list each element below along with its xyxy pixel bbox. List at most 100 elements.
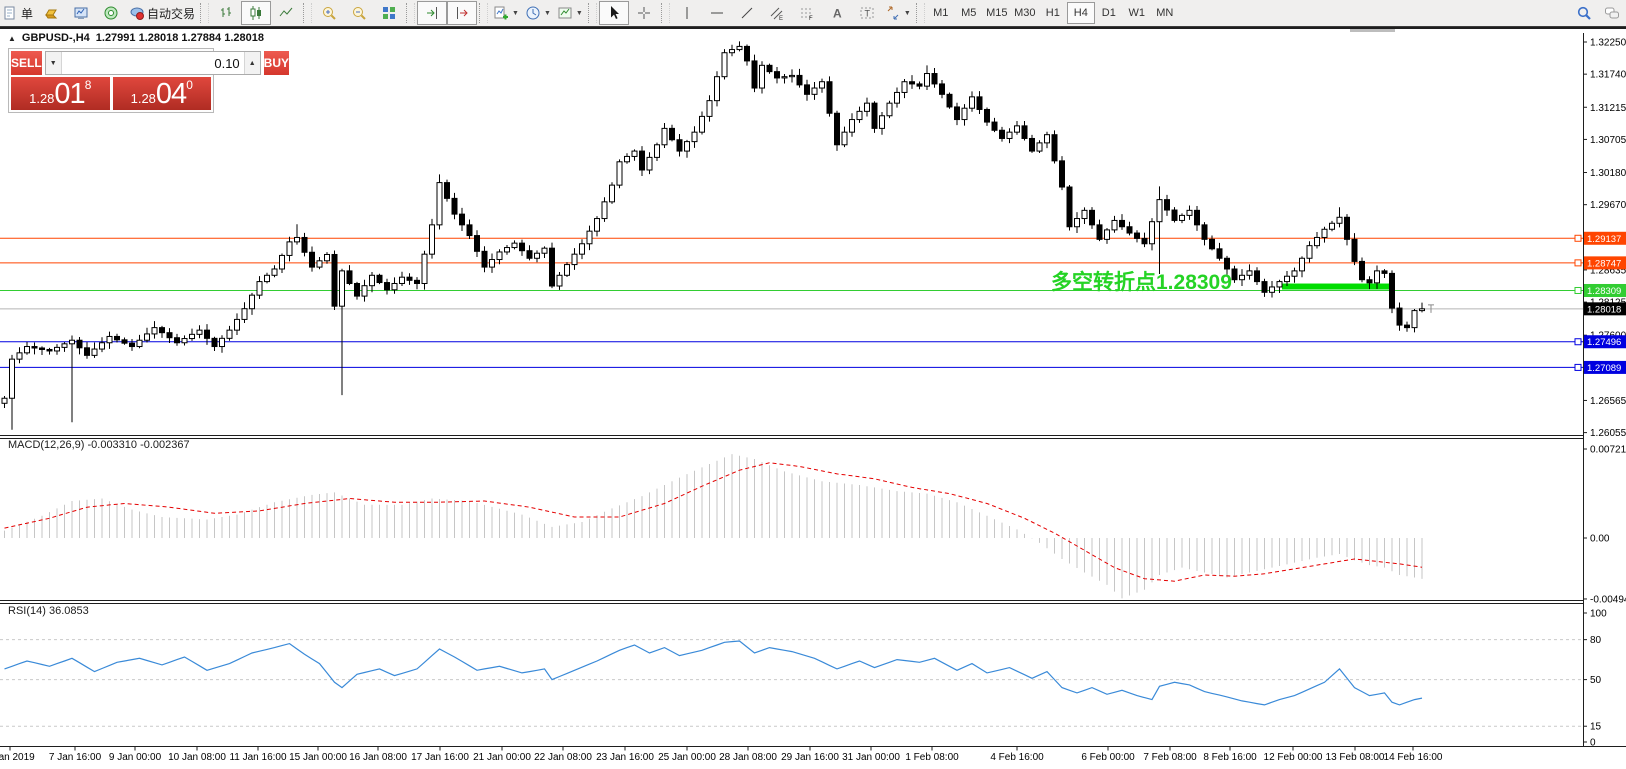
chevron-down-icon: ▼ [544,10,551,17]
chart-canvas[interactable]: 1.322501.317401.312151.307051.301801.296… [0,29,1626,769]
crosshair-icon [636,5,652,21]
tf-h1-button[interactable]: H1 [1039,2,1067,24]
svg-text:1.27089: 1.27089 [1587,363,1621,374]
toolbar-separator [406,3,415,23]
svg-text:4 Jan 2019: 4 Jan 2019 [0,752,35,763]
tf-h1-button-label: H1 [1046,7,1060,19]
community-chat-button[interactable] [1598,2,1626,24]
tf-mn-button-label: MN [1156,7,1173,19]
collapse-triangle-icon[interactable]: ▲ [8,34,16,43]
candles-group [2,41,1425,429]
cursor-icon [606,5,622,21]
bars-icon [218,5,234,21]
crosshair-button[interactable] [629,1,659,25]
svg-text:1.30180: 1.30180 [1590,168,1626,179]
search-icon [1576,5,1592,21]
sell-price-prefix: 1.28 [29,89,54,109]
tf-w1-button[interactable]: W1 [1123,2,1151,24]
tf-h4-button-label: H4 [1074,7,1088,19]
buy-button[interactable]: BUY [264,51,289,75]
tf-m5-button[interactable]: M5 [955,2,983,24]
bar-chart-button[interactable] [211,1,241,25]
zoom-in-button[interactable] [314,1,344,25]
svg-text:8 Feb 16:00: 8 Feb 16:00 [1203,752,1257,763]
tf-d1-button[interactable]: D1 [1095,2,1123,24]
svg-text:0.00: 0.00 [1590,534,1610,545]
zoom-out-button[interactable] [344,1,374,25]
macd-signal-value: -0.002367 [140,439,190,451]
svg-text:7 Feb 08:00: 7 Feb 08:00 [1143,752,1197,763]
buy-price-button[interactable]: 1.28 04 0 [113,77,212,110]
templates-button[interactable]: ▼ [554,1,586,25]
equidistant-channel-button[interactable]: E [762,1,792,25]
market-watch-button[interactable] [36,1,66,25]
chart-shift-button[interactable] [447,1,477,25]
new-order-button[interactable]: 单 [0,1,36,25]
svg-text:1.29137: 1.29137 [1587,234,1621,245]
macd-main-value: -0.003310 [87,439,137,451]
tile-windows-button[interactable] [374,1,404,25]
data-window-button[interactable] [66,1,96,25]
autoscroll-icon [424,5,440,21]
hline-icon [709,5,725,21]
volume-up-button[interactable]: ▲ [244,52,260,74]
horizontal-line-objects [0,238,1583,367]
svg-text:21 Jan 00:00: 21 Jan 00:00 [473,752,531,763]
volume-down-button[interactable]: ▼ [46,52,62,74]
volume-input[interactable] [62,52,244,74]
buy-price-main: 04 [156,80,186,109]
fibo-icon: F [799,5,815,21]
svg-text:E: E [779,16,783,21]
tf-mn-button[interactable]: MN [1151,2,1179,24]
new-chart-button[interactable]: ▼ [490,1,522,25]
macd-histogram [5,454,1423,598]
tf-m30-button[interactable]: M30 [1011,2,1039,24]
tf-m1-button-label: M1 [933,7,948,19]
svg-text:1.26565: 1.26565 [1590,396,1626,407]
chevron-down-icon: ▼ [576,10,583,17]
svg-text:7 Jan 16:00: 7 Jan 16:00 [49,752,102,763]
candles-icon [248,5,264,21]
periods-button[interactable]: ▼ [522,1,554,25]
pane-separators[interactable] [0,436,1626,747]
cursor-button[interactable] [599,1,629,25]
vertical-line-button[interactable] [672,1,702,25]
pivot-annotation-text[interactable]: 多空转折点1.28309 [1051,266,1232,296]
arrows-button[interactable]: ▼ [882,1,914,25]
trendline-button[interactable] [732,1,762,25]
svg-text:50: 50 [1590,675,1602,686]
pivot-trend-segment[interactable] [1282,284,1392,290]
macd-signal-line [5,463,1423,581]
clock-icon [525,5,541,21]
toolbar-separator [661,3,670,23]
horizontal-line-button[interactable] [702,1,732,25]
search-button[interactable] [1570,2,1598,24]
chart-window[interactable]: 1.322501.317401.312151.307051.301801.296… [0,27,1626,769]
text-label-button[interactable]: T [852,1,882,25]
svg-text:-0.004943: -0.004943 [1590,594,1626,605]
svg-text:1.28309: 1.28309 [1587,286,1621,297]
fibonacci-button[interactable]: F [792,1,822,25]
time-axis: 4 Jan 20197 Jan 16:009 Jan 00:0010 Jan 0… [0,747,1443,764]
svg-text:A: A [833,7,842,21]
price-tags: 1.291371.287471.283091.274961.270891.280… [1575,232,1626,374]
autotrading-button[interactable]: 自动交易 [126,1,198,25]
candlestick-chart-button[interactable] [241,1,271,25]
sell-button[interactable]: SELL [11,51,42,75]
terminal-icon [73,5,89,21]
tf-m1-button[interactable]: M1 [927,2,955,24]
svg-text:16 Jan 08:00: 16 Jan 08:00 [349,752,407,763]
tf-m15-button[interactable]: M15 [983,2,1011,24]
tf-m5-button-label: M5 [961,7,976,19]
vline-icon [679,5,695,21]
line-chart-button[interactable] [271,1,301,25]
text-button[interactable]: A [822,1,852,25]
svg-text:22 Jan 08:00: 22 Jan 08:00 [534,752,592,763]
tf-w1-button-label: W1 [1129,7,1146,19]
tf-h4-button[interactable]: H4 [1067,2,1095,24]
navigator-button[interactable] [96,1,126,25]
buy-price-pipette: 0 [186,79,193,91]
sell-price-button[interactable]: 1.28 01 8 [11,77,110,110]
chart-h-scrollbar-thumb[interactable] [1350,29,1395,32]
auto-scroll-button[interactable] [417,1,447,25]
